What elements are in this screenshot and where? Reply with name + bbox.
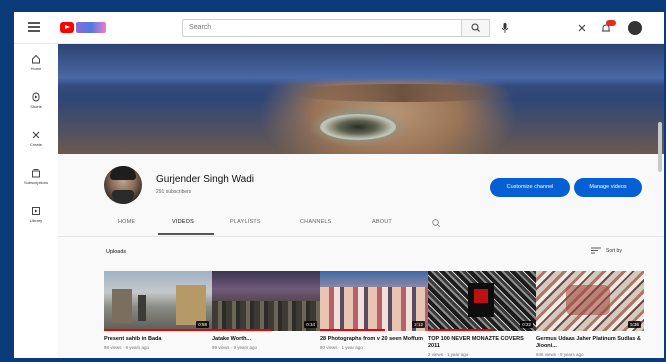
channel-banner: [58, 44, 664, 154]
page-scrollbar[interactable]: [658, 122, 662, 172]
tab-home[interactable]: HOME: [118, 219, 135, 225]
rail-item-label: Shorts: [30, 104, 42, 109]
tab-channels[interactable]: CHANNELS: [300, 219, 332, 225]
top-bar: Search: [14, 12, 664, 44]
video-thumbnail[interactable]: 0:58: [104, 271, 212, 331]
hamburger-menu-icon[interactable]: [28, 22, 40, 32]
video-meta: 846 views · 9 years ago: [536, 352, 584, 357]
channel-avatar[interactable]: [104, 166, 142, 204]
library-icon: [32, 207, 40, 215]
video-duration: 2:12: [412, 321, 425, 328]
rail-item-label: Home: [30, 66, 42, 71]
video-card[interactable]: 5:36 Germus Udaas Jaher Platinum Sudlas …: [536, 271, 644, 357]
video-title[interactable]: Jatake Worth...: [212, 336, 320, 343]
banner-brow: [288, 84, 518, 102]
video-meta: 88 views · 9 years ago: [104, 345, 150, 350]
tab-about[interactable]: ABOUT: [372, 219, 392, 225]
video-thumbnail[interactable]: 5:36: [536, 271, 644, 331]
video-duration: 5:36: [628, 321, 641, 328]
uploads-heading: Uploads: [106, 249, 127, 255]
video-meta: 80 views · 1 year ago: [320, 345, 363, 350]
video-title[interactable]: Present sahib in Bada: [104, 336, 212, 343]
rail-item-library[interactable]: Library: [14, 202, 58, 236]
watch-progress-bar: [428, 329, 493, 331]
active-tab-indicator: [158, 233, 214, 235]
microphone-icon[interactable]: [498, 21, 512, 35]
banner-turban: [58, 44, 664, 86]
search-icon: [471, 23, 480, 32]
rail-item-create[interactable]: Create: [14, 126, 58, 160]
left-rail: Home Shorts Create Subscriptions Library: [14, 44, 58, 358]
video-title[interactable]: 28 Photographs from v 20 seen Moffum: [320, 336, 428, 343]
notification-badge: [606, 20, 616, 26]
customize-channel-button[interactable]: Customize channel: [490, 178, 570, 197]
video-meta: 99 views · 9 years ago: [212, 345, 258, 350]
home-icon: [32, 54, 40, 64]
manage-videos-button[interactable]: Manage videos: [574, 178, 642, 197]
watch-progress-bar: [104, 329, 212, 331]
video-duration: 0:58: [196, 321, 209, 328]
channel-header: Gurjender Singh Wadi 291 subscribers Cus…: [58, 154, 664, 236]
channel-tabs: HOME VIDEOS PLAYLISTS CHANNELS ABOUT: [58, 214, 664, 236]
subscriber-count: 291 subscribers: [156, 189, 192, 195]
video-title[interactable]: TOP 100 NEVER MONAZTE COVERS 2011: [428, 336, 536, 350]
sort-icon[interactable]: [591, 247, 601, 254]
rail-item-label: Subscriptions: [23, 180, 48, 185]
video-thumbnail[interactable]: 0:22: [428, 271, 536, 331]
shorts-icon: [32, 92, 40, 102]
uploads-section: Uploads Sort by 0:58 Present sahib in Ba…: [58, 236, 664, 358]
video-duration: 0:34: [304, 321, 317, 328]
youtube-window: Search Home Shorts Create Subscriptions …: [14, 12, 664, 358]
account-avatar[interactable]: [628, 21, 642, 35]
watch-progress-bar: [320, 329, 385, 331]
video-card[interactable]: 0:34 Jatake Worth... 99 views · 9 years …: [212, 271, 320, 350]
video-card[interactable]: 0:58 Present sahib in Bada 88 views · 9 …: [104, 271, 212, 350]
video-meta: 2 views · 1 year ago: [428, 352, 469, 357]
rail-item-label: Create: [29, 142, 42, 147]
channel-search-icon[interactable]: [431, 218, 441, 228]
channel-name: Gurjender Singh Wadi: [156, 174, 255, 185]
rail-item-shorts[interactable]: Shorts: [14, 88, 58, 122]
watch-progress-bar: [212, 329, 272, 331]
tab-videos[interactable]: VIDEOS: [172, 219, 194, 225]
youtube-logo[interactable]: [60, 22, 106, 34]
search-button[interactable]: [462, 19, 490, 37]
video-card[interactable]: 2:12 28 Photographs from v 20 seen Moffu…: [320, 271, 428, 350]
rail-item-label: Library: [29, 218, 43, 223]
video-duration: 0:22: [520, 321, 533, 328]
search-input[interactable]: Search: [182, 19, 462, 37]
tab-playlists[interactable]: PLAYLISTS: [230, 219, 261, 225]
video-thumbnail[interactable]: 0:34: [212, 271, 320, 331]
video-title[interactable]: Germus Udaas Jaher Platinum Sudlas & Jio…: [536, 336, 644, 350]
create-icon: [32, 131, 40, 139]
rail-item-home[interactable]: Home: [14, 50, 58, 84]
create-video-icon[interactable]: [576, 22, 588, 34]
video-thumbnail[interactable]: 2:12: [320, 271, 428, 331]
sort-by-button[interactable]: Sort by: [606, 248, 622, 254]
banner-eye: [320, 114, 396, 140]
subscriptions-icon: [32, 169, 40, 178]
rail-item-subscriptions[interactable]: Subscriptions: [14, 164, 58, 198]
video-card[interactable]: 0:22 TOP 100 NEVER MONAZTE COVERS 2011 2…: [428, 271, 536, 357]
